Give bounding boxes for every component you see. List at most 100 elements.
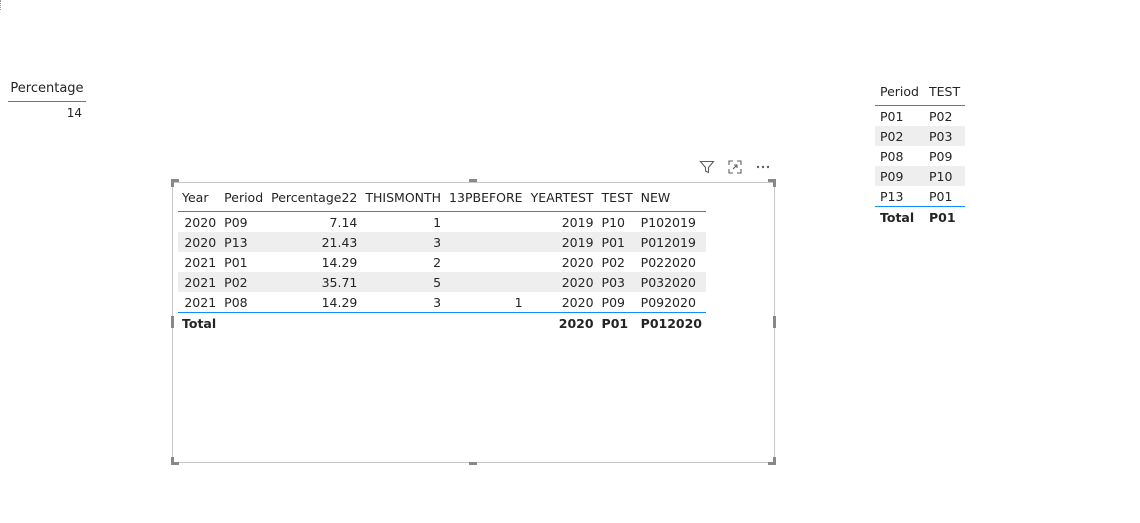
side-column-header-test[interactable]: TEST <box>923 79 966 106</box>
column-header-period[interactable]: Period <box>220 185 268 212</box>
cell-13pbefore <box>445 232 527 252</box>
more-options-icon[interactable] <box>754 158 772 176</box>
cell-13pbefore <box>445 252 527 272</box>
total-label: Total <box>178 312 221 333</box>
side-table-header-row: Period TEST <box>875 79 966 106</box>
side-cell-test: P10 <box>923 166 966 186</box>
total-cell-test: P01 <box>597 312 637 333</box>
resize-handle-top[interactable] <box>469 179 477 182</box>
cell-period: P08 <box>224 294 248 310</box>
cell-13pbefore <box>445 272 527 292</box>
table-header-row: Year Period Percentage22 THISMONTH 13PBE… <box>178 185 707 212</box>
cell-year: 2021 <box>184 294 217 310</box>
table-row[interactable]: 2021 P02 35.71 5 2020 P03 P032020 <box>178 272 707 292</box>
cell-test: P02 <box>601 254 625 270</box>
card-value: 14 <box>66 106 82 120</box>
cell-thismonth: 3 <box>361 232 446 252</box>
total-cell-13pbefore <box>445 312 527 333</box>
cell-percentage22: 35.71 <box>267 272 362 292</box>
side-column-header-period[interactable]: Period <box>875 79 924 106</box>
table-row[interactable]: 2021 P01 14.29 2 2020 P02 P022020 <box>178 252 706 272</box>
resize-handle-top-left-v[interactable] <box>171 179 174 187</box>
table-total-row: Total 2020 P01 P012020 <box>178 312 707 333</box>
column-header-13pbefore[interactable]: 13PBEFORE <box>445 185 527 212</box>
column-header-year[interactable]: Year <box>178 185 221 212</box>
cell-13pbefore <box>445 212 527 233</box>
cell-test: P09 <box>601 294 625 310</box>
cell-test: P03 <box>597 272 637 292</box>
cell-thismonth: 2 <box>433 254 442 270</box>
cell-period: P13 <box>220 232 268 252</box>
cell-yeartest: 2020 <box>561 254 594 270</box>
side-cell-test: P01 <box>928 188 953 204</box>
total-cell-thismonth <box>361 312 446 333</box>
cell-thismonth: 3 <box>433 294 442 310</box>
side-cell-period: P01 <box>880 108 904 124</box>
total-cell-percentage22 <box>267 312 362 333</box>
cell-new: P092020 <box>640 294 696 310</box>
cell-yeartest: 2020 <box>561 294 594 310</box>
side-cell-period: P02 <box>875 126 924 146</box>
cell-new: P012019 <box>636 232 707 252</box>
side-cell-test: P02 <box>928 108 953 124</box>
resize-handle-right[interactable] <box>773 316 776 328</box>
cell-thismonth: 5 <box>361 272 446 292</box>
side-cell-period: P13 <box>880 188 904 204</box>
cell-percentage22: 14.29 <box>321 294 358 310</box>
cell-new: P032020 <box>636 272 707 292</box>
cell-period: P09 <box>224 214 248 230</box>
cell-percentage22: 21.43 <box>267 232 362 252</box>
cell-period: P01 <box>224 254 248 270</box>
column-header-thismonth[interactable]: THISMONTH <box>361 185 446 212</box>
side-total-label: Total <box>875 206 924 227</box>
focus-mode-icon[interactable] <box>726 158 744 176</box>
side-table-total-row: Total P01 <box>875 206 966 227</box>
side-table-row[interactable]: P08 P09 <box>875 146 965 166</box>
card-header: Percentage <box>8 78 86 102</box>
side-total-test: P01 <box>923 206 966 227</box>
total-cell-new: P012020 <box>636 312 707 333</box>
table-row[interactable]: 2020 P13 21.43 3 2019 P01 P012019 <box>178 232 707 252</box>
cell-percentage22: 7.14 <box>329 214 358 230</box>
percentage-card[interactable]: Percentage 14 <box>8 78 86 120</box>
resize-handle-left[interactable] <box>171 316 174 328</box>
column-header-test[interactable]: TEST <box>597 185 637 212</box>
side-table-row[interactable]: P02 P03 <box>875 126 966 146</box>
table-row[interactable]: 2020 P09 7.14 1 2019 P10 P102019 <box>178 212 706 233</box>
side-table-row[interactable]: P01 P02 <box>875 106 965 127</box>
cell-yeartest: 2020 <box>526 272 598 292</box>
visual-header <box>698 158 772 176</box>
cell-new: P022020 <box>640 254 696 270</box>
cell-yeartest: 2019 <box>526 232 598 252</box>
side-cell-test: P03 <box>923 126 966 146</box>
side-cell-test: P09 <box>928 148 953 164</box>
resize-handle-bottom-left-v[interactable] <box>171 457 174 465</box>
resize-handle-bottom[interactable] <box>469 462 477 465</box>
column-header-yeartest[interactable]: YEARTEST <box>526 185 598 212</box>
side-table-row[interactable]: P09 P10 <box>875 166 966 186</box>
cell-year: 2021 <box>184 254 217 270</box>
cell-thismonth: 1 <box>433 214 442 230</box>
side-table: Period TEST P01 P02 P02 P03 P08 P09 P09 … <box>875 79 966 227</box>
side-cell-period: P09 <box>875 166 924 186</box>
cell-period: P02 <box>220 272 268 292</box>
cell-13pbefore: 1 <box>514 294 523 310</box>
resize-handle-top-right-v[interactable] <box>773 179 776 187</box>
cell-year: 2020 <box>178 232 221 252</box>
cell-test: P01 <box>597 232 637 252</box>
column-header-percentage22[interactable]: Percentage22 <box>267 185 362 212</box>
cell-test: P10 <box>601 214 625 230</box>
cell-yeartest: 2019 <box>561 214 594 230</box>
resize-handle-bottom-right-v[interactable] <box>773 457 776 465</box>
main-table: Year Period Percentage22 THISMONTH 13PBE… <box>178 185 707 333</box>
cell-year: 2021 <box>178 272 221 292</box>
filter-icon[interactable] <box>698 158 716 176</box>
column-header-new[interactable]: NEW <box>636 185 707 212</box>
total-cell-period <box>220 312 268 333</box>
total-cell-yeartest: 2020 <box>526 312 598 333</box>
side-cell-period: P08 <box>880 148 904 164</box>
canvas-corner-marker <box>0 0 3 10</box>
table-row[interactable]: 2021 P08 14.29 3 1 2020 P09 P092020 <box>178 292 706 313</box>
cell-year: 2020 <box>184 214 217 230</box>
side-table-row[interactable]: P13 P01 <box>875 186 965 207</box>
